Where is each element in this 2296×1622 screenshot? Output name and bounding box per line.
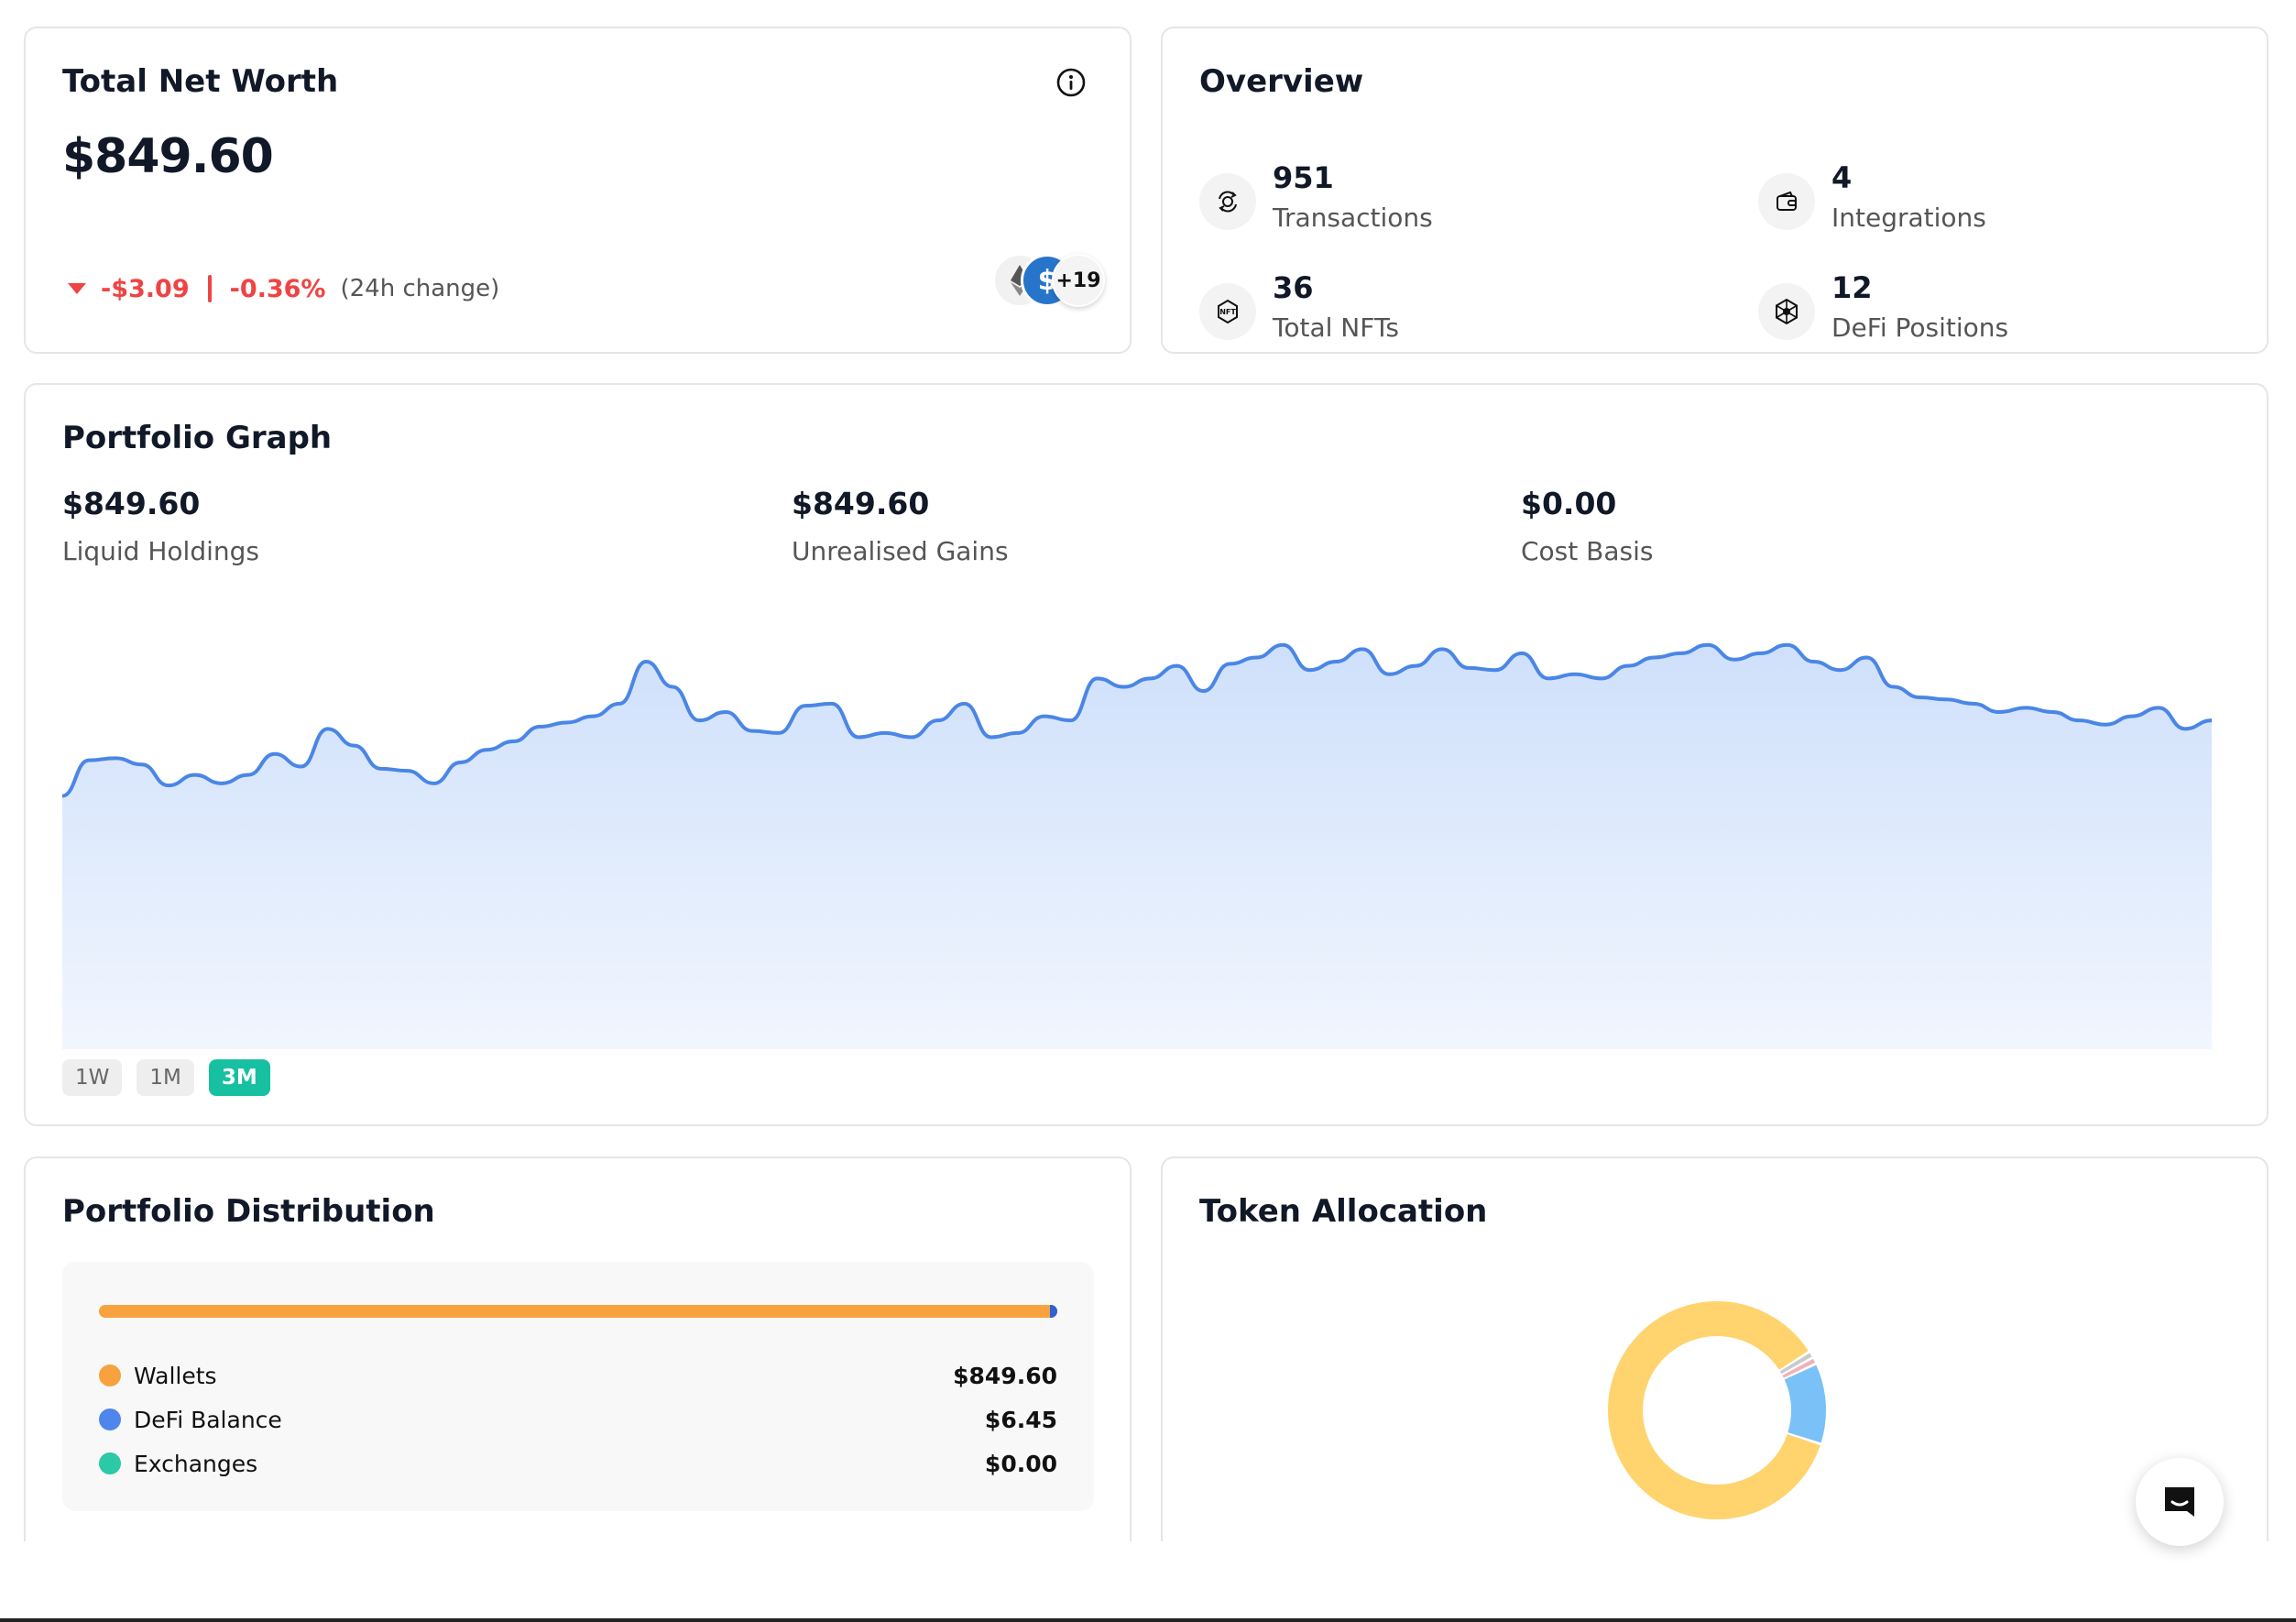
distribution-panel: Wallets $849.60 DeFi Balance $6.45 Excha…: [62, 1262, 1094, 1511]
wallets-dot-icon: [99, 1364, 121, 1386]
token-allocation-card: Token Allocation: [1161, 1156, 2269, 1541]
donut-slice-1[interactable]: [1779, 1353, 1812, 1375]
change-separator: [207, 275, 212, 302]
portfolio-distribution-card: Portfolio Distribution Wallets $849.60 D…: [24, 1156, 1132, 1541]
stat-value: 4: [1831, 160, 1853, 195]
net-worth-title: Total Net Worth: [62, 63, 339, 100]
change-row: -$3.09 -0.36% (24h change): [66, 269, 499, 309]
donut-slice-0[interactable]: [1608, 1301, 1820, 1519]
liquid-holdings-stat: $849.60 Liquid Holdings: [62, 486, 259, 566]
stat-value: $849.60: [792, 486, 930, 521]
stat-label: Total NFTs: [1273, 312, 1399, 343]
legend-row-wallets: Wallets $849.60: [99, 1359, 1057, 1392]
stat-value: 951: [1273, 160, 1334, 195]
stat-value: 12: [1831, 270, 1873, 305]
svg-text:NFT: NFT: [1219, 308, 1236, 316]
range-1w-button[interactable]: 1W: [62, 1059, 123, 1096]
stat-label: Unrealised Gains: [792, 536, 1009, 566]
more-tokens-badge[interactable]: +19: [1052, 254, 1105, 307]
overview-card: Overview 951 Transactions 4 Integrations…: [1161, 27, 2269, 354]
exchanges-dot-icon: [99, 1452, 121, 1474]
legend-value: $0.00: [984, 1450, 1057, 1477]
legend-name: Wallets: [134, 1362, 217, 1389]
token-allocation-title: Token Allocation: [1199, 1193, 1488, 1230]
bottom-divider: [0, 1618, 2296, 1622]
nft-icon: NFT: [1199, 283, 1256, 340]
stat-value: $0.00: [1521, 486, 1617, 521]
chat-icon: [2165, 1487, 2194, 1517]
legend-name: DeFi Balance: [134, 1406, 282, 1433]
down-arrow-icon: [68, 283, 86, 294]
stat-label: Liquid Holdings: [62, 536, 259, 566]
defi-dot-icon: [99, 1408, 121, 1430]
unrealised-gains-stat: $849.60 Unrealised Gains: [792, 486, 1009, 566]
distribution-bar-defi-segment: [1049, 1305, 1057, 1318]
legend-value: $6.45: [984, 1406, 1057, 1433]
change-label: (24h change): [340, 275, 500, 302]
portfolio-distribution-title: Portfolio Distribution: [62, 1193, 435, 1230]
token-allocation-donut[interactable]: [1602, 1296, 1831, 1525]
donut-slice-3[interactable]: [1784, 1364, 1826, 1443]
range-1m-button[interactable]: 1M: [137, 1059, 194, 1096]
legend-name: Exchanges: [134, 1450, 258, 1477]
net-worth-card: Total Net Worth $849.60 -$3.09 -0.36% (2…: [24, 27, 1132, 354]
portfolio-graph-title: Portfolio Graph: [62, 420, 333, 456]
legend-row-defi: DeFi Balance $6.45: [99, 1403, 1057, 1436]
stat-label: Cost Basis: [1521, 536, 1654, 566]
chat-support-button[interactable]: [2136, 1458, 2224, 1546]
range-selector: 1W 1M 3M: [62, 1059, 270, 1096]
change-percent: -0.36%: [229, 274, 326, 303]
stat-label: Transactions: [1273, 203, 1433, 233]
legend-value: $849.60: [953, 1362, 1057, 1389]
info-icon[interactable]: [1055, 67, 1087, 98]
distribution-bar: [99, 1305, 1057, 1318]
donut-slice-2[interactable]: [1782, 1358, 1816, 1378]
range-3m-button[interactable]: 3M: [208, 1059, 270, 1096]
stat-label: Integrations: [1831, 203, 1986, 233]
change-amount: -$3.09: [101, 274, 190, 303]
stat-label: DeFi Positions: [1831, 312, 2009, 343]
legend-row-exchanges: Exchanges $0.00: [99, 1447, 1057, 1480]
token-stack[interactable]: $ +19: [979, 250, 1125, 314]
portfolio-area-chart[interactable]: [62, 614, 2212, 1049]
portfolio-graph-card: Portfolio Graph $849.60 Liquid Holdings …: [24, 383, 2269, 1126]
stat-value: $849.60: [62, 486, 201, 521]
overview-title: Overview: [1199, 63, 1364, 100]
cost-basis-stat: $0.00 Cost Basis: [1521, 486, 1653, 566]
defi-network-icon: [1758, 283, 1815, 340]
chart-area-fill: [62, 644, 2212, 1049]
wallet-icon: [1758, 173, 1815, 230]
net-worth-value: $849.60: [62, 129, 274, 184]
stat-value: 36: [1273, 270, 1314, 305]
transactions-icon: [1199, 173, 1256, 230]
